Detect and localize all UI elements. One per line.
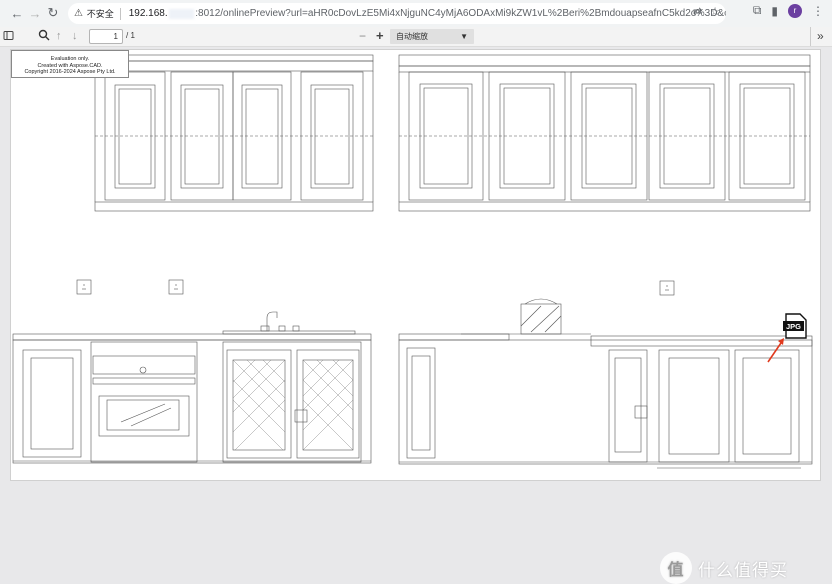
red-arrow-icon <box>767 338 784 363</box>
browser-toolbar: ← → ↻ ⚠ 不安全 192.168. :8012/onlinePreview… <box>0 0 832 27</box>
chevron-down-icon: ▼ <box>460 32 468 41</box>
redacted-ip-segment <box>168 8 195 19</box>
upper-left-top-rail <box>94 60 374 72</box>
upper-left-bottom-rail <box>94 201 374 212</box>
watermark-text: 什么值得买 <box>698 560 788 580</box>
evaluation-notice: Evaluation only. Created with Aspose.CAD… <box>11 50 129 78</box>
search-icon[interactable] <box>38 29 50 41</box>
reload-button[interactable]: ↻ <box>42 2 64 24</box>
translate-icon[interactable]: ⇄ <box>693 5 702 18</box>
url-path: :8012/onlinePreview?url=aHR0cDovLzE5Mi4x… <box>195 8 726 19</box>
next-page-icon[interactable]: ↓ <box>72 30 78 42</box>
watermark: 值 什么值得买 <box>660 552 788 584</box>
pdf-page: Evaluation only. Created with Aspose.CAD… <box>10 49 821 481</box>
sink-rim <box>222 330 356 335</box>
sidebar-toggle-icon[interactable] <box>3 30 14 41</box>
lattice-panels <box>232 359 354 451</box>
upper-right-crown <box>398 54 811 67</box>
cad-elevation-drawing <box>12 54 813 469</box>
hob-countertop <box>398 333 510 341</box>
jpg-label: JPG <box>786 322 801 331</box>
page-number-input[interactable]: 1 <box>89 29 123 44</box>
wall-outlets <box>76 279 675 296</box>
profile-avatar[interactable]: r <box>788 3 802 18</box>
bookmark-star-icon[interactable]: ☆ <box>710 5 720 18</box>
eval-line-3: Copyright 2016-2024 Aspose Pty Ltd. <box>24 69 116 75</box>
pdf-viewer[interactable]: Evaluation only. Created with Aspose.CAD… <box>0 47 832 584</box>
zoom-in-button[interactable]: + <box>376 28 384 43</box>
faucet <box>266 311 278 331</box>
watermark-badge: 值 <box>660 552 692 584</box>
side-panel-icon[interactable]: ▮ <box>771 4 778 18</box>
address-bar[interactable]: ⚠ 不安全 192.168. :8012/onlinePreview?url=a… <box>68 3 726 24</box>
menu-kebab-icon[interactable]: ⋮ <box>812 4 824 18</box>
page-total: / 1 <box>126 31 135 40</box>
extensions-icon[interactable]: ⧉ <box>753 3 762 18</box>
zoom-select[interactable]: 自动缩放 ▼ <box>390 29 474 44</box>
lower-left-countertop <box>12 333 372 341</box>
cooking-pot <box>520 303 562 335</box>
more-tools-button[interactable]: » <box>817 29 824 43</box>
warning-icon[interactable]: ⚠ <box>74 8 87 19</box>
zoom-select-value: 自动缩放 <box>396 32 428 41</box>
previous-page-icon[interactable]: ↑ <box>56 30 62 42</box>
pdf-toolbar: ↑ ↓ 1 / 1 − + 自动缩放 ▼ » <box>0 27 832 47</box>
toolbar-divider <box>810 27 811 46</box>
insecure-label[interactable]: 不安全 <box>87 7 114 20</box>
zoom-out-button[interactable]: − <box>359 29 366 43</box>
upper-left-doors <box>104 71 364 201</box>
url-host: 192.168. <box>128 8 168 19</box>
upper-left-crown <box>94 54 374 62</box>
omnibox-divider <box>119 7 121 20</box>
